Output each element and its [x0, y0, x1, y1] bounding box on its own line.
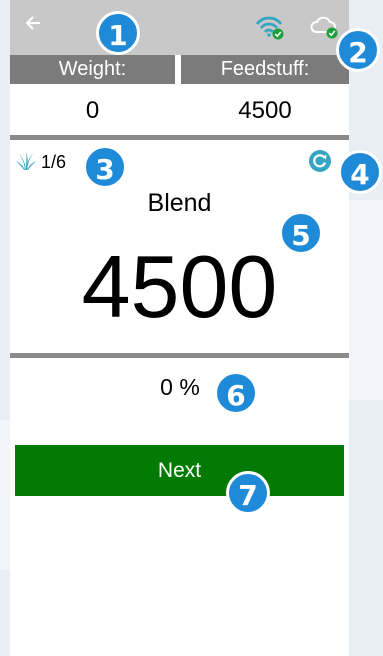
callout-badge-7: 7	[226, 471, 270, 515]
next-button[interactable]: Next	[15, 445, 344, 496]
callout-badge-1: 1	[96, 11, 140, 55]
step-counter: 1/6	[41, 152, 67, 172]
divider	[10, 353, 349, 358]
wifi-icon	[255, 16, 284, 40]
feedstuff-header: Feedstuff:	[181, 55, 349, 84]
back-arrow-icon[interactable]	[24, 14, 42, 32]
callout-badge-2: 2	[336, 28, 380, 72]
status-bar	[10, 0, 349, 55]
grass-icon	[16, 152, 36, 170]
cloud-icon	[310, 16, 338, 39]
app-screen: Weight: Feedstuff: 0 4500 1/6 Blend 4500…	[10, 0, 349, 656]
divider	[10, 135, 349, 140]
weight-header: Weight:	[10, 55, 175, 84]
callout-badge-6: 6	[214, 371, 258, 415]
refresh-icon[interactable]	[308, 149, 332, 173]
feedstuff-value: 4500	[238, 97, 292, 124]
background-shape	[349, 200, 383, 400]
callout-badge-5: 5	[279, 211, 323, 255]
weight-value: 0	[85, 97, 100, 124]
callout-badge-4: 4	[338, 150, 382, 194]
callout-badge-3: 3	[83, 145, 127, 189]
progress-percent: 0 %	[160, 374, 200, 400]
